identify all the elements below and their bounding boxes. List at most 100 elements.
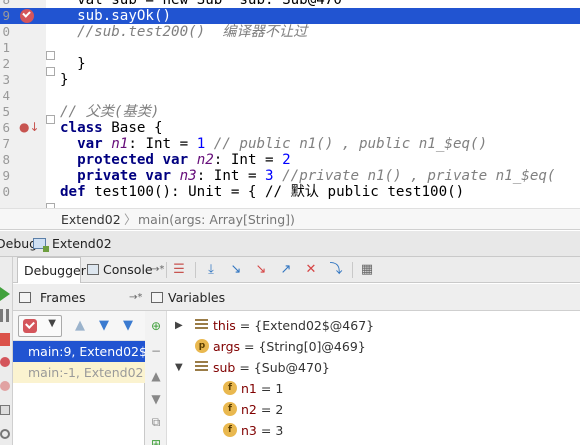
debug-session-tab[interactable]: Extend02 — [52, 231, 112, 257]
code-field-name: n1 — [111, 136, 129, 152]
frame-label: main:-1, Extend02 (c — [28, 365, 145, 380]
evaluate-expression-icon[interactable]: ▦ — [359, 262, 375, 278]
variable-row[interactable]: f n1 = 1 — [167, 378, 580, 399]
line-number[interactable]: 3 — [0, 72, 10, 88]
step-over-icon[interactable]: ⤓ — [203, 262, 219, 278]
code-keyword: protected var — [77, 152, 189, 168]
code-text: def test100(): Unit = { // 默认 public tes… — [60, 184, 464, 200]
code-line: 5 // 父类(基类) — [0, 104, 580, 120]
run-to-cursor-icon[interactable]: ⤵ — [328, 262, 344, 278]
fold-marker-icon[interactable] — [46, 51, 55, 60]
step-out-icon[interactable]: ↗ — [278, 262, 294, 278]
code-line: 0 //sub.test200() 编译器不让过 — [0, 24, 580, 40]
variable-row[interactable]: f n3 = 3 — [167, 420, 580, 441]
line-number[interactable]: 2 — [0, 56, 10, 72]
line-number[interactable]: 8 — [0, 0, 10, 8]
tab-debugger[interactable]: Debugger — [17, 257, 86, 283]
pause-program-icon[interactable] — [0, 309, 10, 322]
code-keyword: class — [60, 120, 103, 136]
variable-text: n2 = 2 — [241, 399, 283, 420]
code-comment: //sub.test200() 编译器不让过 — [60, 24, 308, 40]
code-segment: test100(): Unit = { // 默认 public test100… — [85, 184, 465, 200]
thread-selector[interactable]: ▼ — [18, 315, 62, 337]
line-number[interactable]: 0 — [0, 184, 10, 200]
code-comment: //private n1() , private n1_$eq( — [273, 168, 556, 184]
variables-title: Variables — [168, 290, 226, 305]
copy-icon[interactable]: ⧉ — [149, 415, 163, 429]
toolbar-separator — [195, 262, 196, 278]
variables-toolbar: ⊕ − ▲ ▼ ⧉ ⊞ — [145, 311, 167, 445]
force-step-into-icon[interactable]: ↘ — [253, 262, 269, 278]
breadcrumb: Extend02 〉 main(args: Array[String]) — [0, 208, 580, 230]
frames-title: Frames — [40, 290, 86, 305]
move-up-icon[interactable]: ▲ — [149, 369, 163, 383]
line-number[interactable]: 6 — [0, 120, 10, 136]
line-number[interactable]: 9 — [0, 168, 10, 184]
code-editor[interactable]: 8 val sub = new Sub sub: Sub@4709 sub.sa… — [0, 0, 580, 208]
line-number[interactable]: 8 — [0, 152, 10, 168]
field-f-icon: f — [223, 423, 237, 437]
line-number[interactable]: 9 — [0, 8, 10, 24]
variable-row[interactable]: ▶ this = {Extend02$@467} — [167, 315, 580, 336]
line-number[interactable]: 4 — [0, 88, 10, 104]
line-number[interactable]: 5 — [0, 104, 10, 120]
frames-header: Frames →* — [13, 284, 145, 311]
breadcrumb-method[interactable]: main(args: Array[String]) — [138, 209, 295, 231]
variable-text: args = {String[0]@469} — [213, 336, 366, 357]
breadcrumb-class[interactable]: Extend02 — [61, 209, 121, 231]
fold-marker-icon[interactable] — [46, 115, 55, 124]
field-icon — [195, 319, 208, 331]
breadcrumb-separator: 〉 — [124, 212, 137, 227]
code-segment: } — [60, 56, 86, 72]
code-line: 2 } — [0, 56, 580, 72]
next-frame-icon[interactable]: ▼ — [99, 318, 109, 334]
fold-marker-icon[interactable] — [46, 67, 55, 76]
code-segment: : Int = — [128, 136, 197, 152]
step-into-icon[interactable]: ↘ — [228, 262, 244, 278]
chevron-down-icon: ▼ — [48, 318, 56, 329]
variable-value: = 2 — [260, 402, 284, 417]
frames-pin-icon[interactable]: →* — [129, 284, 142, 311]
overridden-by-icon[interactable]: ●↓ — [19, 120, 40, 134]
show-execution-point-icon[interactable]: ☰ — [171, 262, 187, 278]
collapse-arrow-icon[interactable]: ▼ — [175, 357, 183, 378]
variable-row[interactable]: ▼ sub = {Sub@470} — [167, 357, 580, 378]
get-thread-dump-icon[interactable] — [0, 405, 10, 415]
code-line: 8 val sub = new Sub sub: Sub@470 — [0, 0, 580, 8]
code-text: private var n3: Int = 3 //private n1() ,… — [60, 168, 555, 184]
code-line: 9 sub.sayOk() — [0, 8, 580, 24]
frame-item[interactable]: main:-1, Extend02 (c — [13, 362, 145, 383]
drop-frame-icon[interactable]: ✕ — [303, 262, 319, 278]
variable-row[interactable]: f n2 = 2 — [167, 399, 580, 420]
view-breakpoints-icon[interactable] — [0, 357, 10, 367]
line-number[interactable]: 0 — [0, 24, 10, 40]
code-comment: // public n1() , public n1_$eq() — [205, 136, 488, 152]
variable-name: n2 — [241, 402, 257, 417]
line-number[interactable]: 1 — [0, 40, 10, 56]
remove-watch-icon[interactable]: − — [149, 344, 163, 358]
mute-breakpoints-icon[interactable] — [0, 381, 10, 391]
resume-program-icon[interactable] — [0, 287, 10, 301]
filter-icon[interactable]: ▼ — [123, 318, 133, 334]
suspended-thread-icon — [23, 319, 37, 333]
move-down-icon[interactable]: ▼ — [149, 392, 163, 406]
console-pin-icon[interactable]: →* — [151, 257, 164, 282]
stop-icon[interactable] — [0, 333, 10, 346]
line-number[interactable]: 7 — [0, 136, 10, 152]
previous-frame-icon[interactable]: ▲ — [75, 318, 85, 334]
code-line: 1 — [0, 40, 580, 56]
code-text: sub.sayOk() — [60, 8, 171, 24]
tab-console[interactable]: Console →* — [87, 257, 164, 283]
variables-icon — [151, 292, 163, 303]
new-watch-icon[interactable]: ⊕ — [149, 319, 163, 333]
settings-icon[interactable] — [0, 429, 10, 439]
expand-arrow-icon[interactable]: ▶ — [175, 315, 183, 336]
code-number: 1 — [196, 136, 206, 152]
watches-icon[interactable]: ⊞ — [149, 437, 163, 445]
variable-row[interactable]: p args = {String[0]@469} — [167, 336, 580, 357]
breakpoint-icon[interactable] — [20, 9, 34, 23]
code-segment: val sub = new Sub sub: Sub@470 — [60, 0, 342, 8]
frame-item[interactable]: main:9, Extend02$ (c — [13, 341, 145, 362]
